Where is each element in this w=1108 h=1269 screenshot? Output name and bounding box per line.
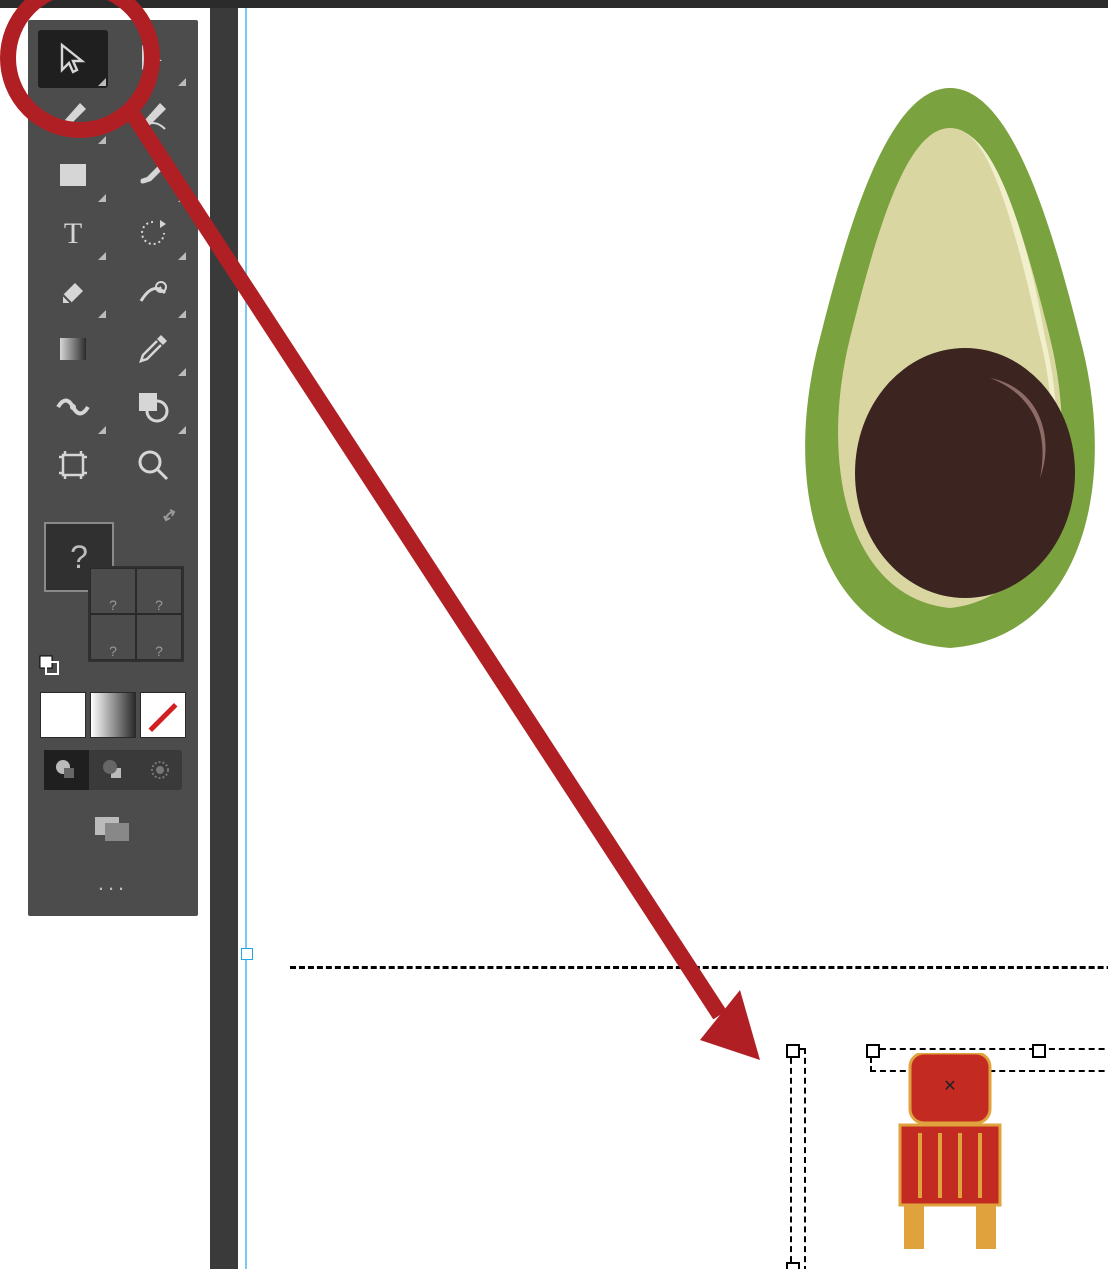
rectangle-icon — [56, 158, 90, 192]
avocado-illustration[interactable] — [740, 78, 1108, 658]
selection-box[interactable] — [790, 1048, 806, 1269]
flyout-indicator-icon — [98, 136, 106, 144]
type-tool[interactable]: T — [38, 204, 108, 262]
screen-mode-row — [28, 808, 198, 848]
flyout-indicator-icon — [98, 426, 106, 434]
curvature-pen-icon — [135, 99, 171, 135]
pen-tool[interactable] — [38, 88, 108, 146]
artboard-tool[interactable] — [38, 436, 108, 494]
rotate-tool[interactable] — [118, 204, 188, 262]
flyout-indicator-icon — [178, 426, 186, 434]
gradient-tool[interactable] — [38, 320, 108, 378]
flyout-indicator-icon — [98, 310, 106, 318]
scale-icon — [135, 273, 171, 309]
swap-fill-stroke-icon[interactable] — [162, 508, 188, 534]
flyout-indicator-icon — [178, 252, 186, 260]
selection-tool[interactable] — [38, 30, 108, 88]
app-titlebar — [0, 0, 1108, 8]
fill-none-button[interactable] — [140, 692, 186, 738]
direct-selection-arrow-icon — [136, 42, 170, 76]
fill-stroke-swatches: ? ? ? ? ? — [38, 508, 188, 678]
artboard-icon — [55, 447, 91, 483]
draw-normal-icon — [54, 758, 78, 782]
flyout-indicator-icon — [178, 194, 186, 202]
zoom-tool[interactable] — [118, 436, 188, 494]
canvas-area[interactable]: ✕ — [210, 8, 1108, 1269]
draw-normal-button[interactable] — [44, 750, 89, 790]
direct-selection-tool[interactable] — [118, 30, 188, 88]
selection-arrow-icon — [56, 42, 90, 76]
flyout-indicator-icon — [98, 194, 106, 202]
tools-panel: T — [28, 20, 198, 916]
eraser-icon — [55, 273, 91, 309]
chair-object[interactable]: ✕ — [890, 1053, 1010, 1253]
vertical-guide[interactable] — [245, 8, 247, 1269]
shape-builder-tool[interactable] — [118, 378, 188, 436]
fill-gradient-button[interactable] — [90, 692, 136, 738]
eraser-tool[interactable] — [38, 262, 108, 320]
screen-mode-icon — [93, 813, 133, 843]
flyout-indicator-icon — [178, 78, 186, 86]
default-fill-stroke-icon[interactable] — [38, 654, 62, 678]
zoom-icon — [135, 447, 171, 483]
flyout-indicator-icon — [98, 78, 106, 86]
edit-toolbar-button[interactable]: ... — [28, 870, 198, 896]
flyout-indicator-icon — [178, 310, 186, 318]
screen-mode-button[interactable] — [85, 808, 141, 848]
svg-text:T: T — [64, 217, 82, 250]
fill-mode-row — [28, 692, 198, 738]
width-tool[interactable] — [38, 378, 108, 436]
pasteboard-area[interactable]: ✕ — [290, 1008, 1108, 1269]
artboard-edge — [290, 966, 1108, 972]
draw-behind-icon — [101, 758, 125, 782]
curvature-tool[interactable] — [118, 88, 188, 146]
width-icon — [54, 390, 92, 424]
vertical-ruler[interactable] — [210, 8, 238, 1269]
stroke-swatch[interactable]: ? ? ? ? — [88, 566, 184, 662]
paintbrush-tool[interactable] — [118, 146, 188, 204]
eyedropper-tool[interactable] — [118, 320, 188, 378]
shape-builder-icon — [135, 389, 171, 425]
transform-origin-icon: ✕ — [943, 1078, 956, 1095]
fill-color-button[interactable] — [40, 692, 86, 738]
guide-handle[interactable] — [241, 948, 253, 960]
type-icon: T — [56, 216, 90, 250]
pen-icon — [55, 99, 91, 135]
draw-inside-button[interactable] — [137, 750, 182, 790]
draw-behind-button[interactable] — [91, 750, 136, 790]
tools-grid: T — [28, 20, 198, 494]
flyout-indicator-icon — [178, 368, 186, 376]
gradient-icon — [56, 332, 90, 366]
flyout-indicator-icon — [98, 252, 106, 260]
paintbrush-icon — [135, 157, 171, 193]
eyedropper-icon — [135, 331, 171, 367]
scale-tool[interactable] — [118, 262, 188, 320]
draw-inside-icon — [148, 758, 172, 782]
rectangle-tool[interactable] — [38, 146, 108, 204]
drawing-mode-row — [44, 750, 182, 790]
rotate-icon — [136, 216, 170, 250]
fill-unknown-label: ? — [70, 539, 88, 576]
